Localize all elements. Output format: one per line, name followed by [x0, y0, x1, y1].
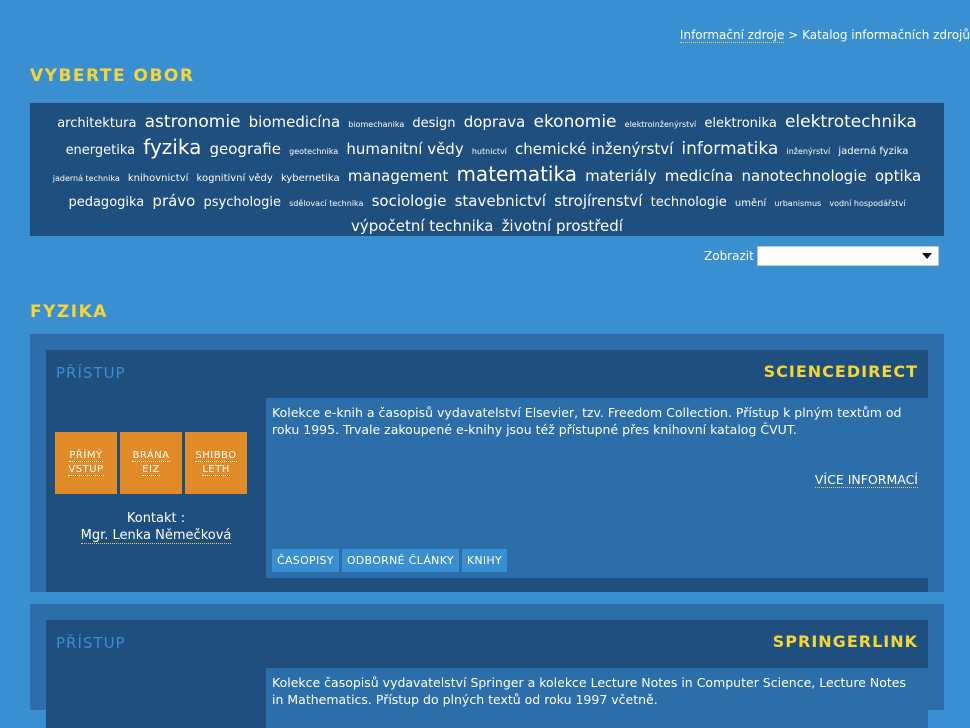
- tag-cloud: architektura astronomie biomedicína biom…: [30, 103, 944, 236]
- obor-tag[interactable]: elektroinženýrství: [625, 120, 697, 129]
- obor-tag[interactable]: geografie: [210, 140, 281, 158]
- contact-label: Kontakt :: [126, 511, 186, 526]
- obor-tag[interactable]: životní prostředí: [502, 217, 623, 235]
- resource-title[interactable]: SPRINGERLINK: [773, 632, 918, 651]
- field-heading: FYZIKA: [30, 302, 108, 322]
- resource-tags: ČASOPISY ODBORNÉ ČLÁNKY KNIHY: [272, 549, 508, 572]
- resource-access-column: [46, 668, 266, 728]
- obor-tag[interactable]: chemické inženýrství: [515, 140, 673, 158]
- obor-tag[interactable]: hutnictví: [472, 147, 507, 156]
- access-label: PŘÍSTUP: [56, 634, 126, 652]
- obor-tag[interactable]: fyzika: [143, 135, 201, 159]
- obor-tag[interactable]: kybernetika: [281, 173, 340, 184]
- contact-person-link[interactable]: Mgr. Lenka Němečková: [80, 528, 232, 544]
- obor-tag[interactable]: astronomie: [145, 112, 241, 132]
- resource-title[interactable]: SCIENCEDIRECT: [764, 362, 918, 381]
- resource-info-column: Kolekce časopisů vydavatelství Springer …: [266, 668, 928, 728]
- tag-casopisy[interactable]: ČASOPISY: [272, 549, 339, 572]
- obor-tag[interactable]: sociologie: [372, 192, 447, 210]
- resource-info-column: Kolekce e-knih a časopisů vydavatelství …: [266, 398, 928, 578]
- breadcrumb-current: Katalog informačních zdrojů: [802, 28, 970, 42]
- resource-inner: PŘÍSTUP SCIENCEDIRECT Kolekce e-knih a č…: [46, 350, 928, 592]
- shibboleth-button[interactable]: SHIBBO LETH: [185, 432, 247, 494]
- obor-tag[interactable]: inženýrství: [786, 147, 830, 156]
- button-line: VSTUP: [68, 464, 104, 476]
- button-line: LETH: [202, 464, 230, 476]
- obor-tag[interactable]: pedagogika: [68, 195, 144, 210]
- breadcrumb: Informační zdroje > Katalog informačních…: [679, 28, 970, 43]
- resource-description: Kolekce časopisů vydavatelství Springer …: [272, 675, 906, 707]
- obor-tag[interactable]: jaderná technika: [53, 174, 120, 183]
- breadcrumb-separator: >: [788, 28, 799, 42]
- obor-tag[interactable]: elektrotechnika: [785, 112, 917, 132]
- obor-tag[interactable]: ekonomie: [533, 112, 616, 132]
- breadcrumb-link[interactable]: Informační zdroje: [679, 28, 785, 43]
- button-line: PŘÍMÝ: [69, 450, 103, 462]
- access-buttons: PŘÍMÝ VSTUP BRÁNA EIZ SHIBBO LETH: [55, 432, 247, 494]
- obor-tag[interactable]: jaderná fyzika: [838, 146, 908, 157]
- obor-heading: VYBERTE OBOR: [30, 66, 195, 86]
- obor-tag[interactable]: design: [412, 116, 455, 131]
- resource-card: PŘÍSTUP SCIENCEDIRECT Kolekce e-knih a č…: [30, 334, 944, 592]
- access-label: PŘÍSTUP: [56, 364, 126, 382]
- filter-label: Zobrazit: [704, 249, 754, 263]
- button-line: EIZ: [142, 464, 160, 476]
- obor-tag[interactable]: energetika: [66, 143, 136, 158]
- eiz-gateway-button[interactable]: BRÁNA EIZ: [120, 432, 182, 494]
- contact: Kontakt : Mgr. Lenka Němečková: [46, 510, 266, 544]
- button-line: BRÁNA: [132, 450, 170, 462]
- obor-tag[interactable]: architektura: [57, 116, 136, 131]
- obor-tag[interactable]: výpočetní technika: [351, 217, 493, 235]
- obor-tag[interactable]: technologie: [651, 195, 727, 210]
- chevron-down-icon: [921, 253, 932, 259]
- obor-tag[interactable]: medicína: [665, 167, 734, 185]
- resource-inner: PŘÍSTUP SPRINGERLINK Kolekce časopisů vy…: [46, 620, 928, 728]
- obor-tag[interactable]: psychologie: [204, 195, 282, 210]
- obor-tag[interactable]: geotechnika: [289, 147, 338, 156]
- obor-tag[interactable]: elektronika: [704, 116, 776, 131]
- filter: Zobrazit: [704, 246, 939, 266]
- obor-tag[interactable]: knihovnictví: [128, 173, 189, 184]
- obor-tag[interactable]: strojírenství: [554, 192, 642, 210]
- obor-tag[interactable]: matematika: [456, 162, 577, 186]
- obor-tag[interactable]: biomedicína: [249, 113, 341, 131]
- button-line: SHIBBO: [195, 450, 237, 462]
- obor-tag[interactable]: biomechanika: [348, 120, 404, 129]
- tag-odborne-clanky[interactable]: ODBORNÉ ČLÁNKY: [341, 549, 459, 572]
- obor-tag[interactable]: stavebnictví: [455, 192, 546, 210]
- obor-tag[interactable]: materiály: [585, 167, 656, 185]
- obor-tag[interactable]: právo: [152, 192, 195, 210]
- obor-tag[interactable]: kognitivní vědy: [197, 173, 273, 184]
- tag-knihy[interactable]: KNIHY: [461, 549, 508, 572]
- resource-card: PŘÍSTUP SPRINGERLINK Kolekce časopisů vy…: [30, 604, 944, 728]
- direct-access-button[interactable]: PŘÍMÝ VSTUP: [55, 432, 117, 494]
- obor-tag[interactable]: informatika: [681, 139, 778, 159]
- resource-description: Kolekce e-knih a časopisů vydavatelství …: [272, 405, 902, 437]
- obor-tag[interactable]: management: [348, 167, 448, 185]
- obor-tag[interactable]: doprava: [464, 113, 526, 131]
- obor-tag[interactable]: sdělovací technika: [289, 199, 363, 208]
- obor-tag[interactable]: humanitní vědy: [346, 140, 463, 158]
- obor-tag[interactable]: nanotechnologie: [742, 167, 867, 185]
- obor-tag[interactable]: optika: [875, 167, 921, 185]
- obor-tag[interactable]: vodní hospodářství: [829, 199, 905, 208]
- obor-tag[interactable]: umění: [735, 198, 766, 209]
- filter-select[interactable]: [756, 246, 939, 266]
- obor-tag[interactable]: urbanismus: [774, 199, 821, 208]
- more-info-link[interactable]: VÍCE INFORMACÍ: [814, 472, 918, 488]
